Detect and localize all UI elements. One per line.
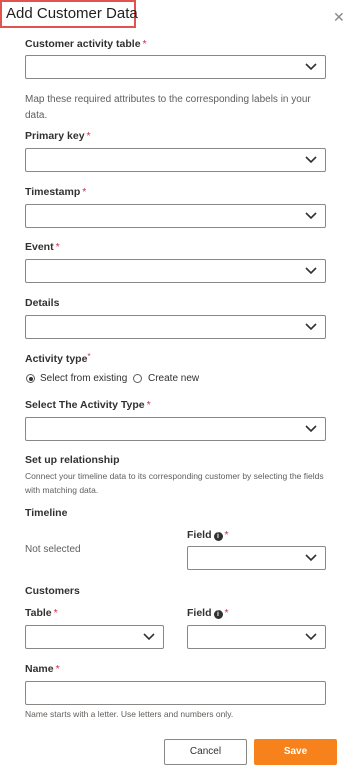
name-label: Name * — [25, 663, 60, 675]
chevron-down-icon — [305, 554, 317, 562]
chevron-down-icon — [305, 425, 317, 433]
name-input[interactable] — [25, 681, 326, 705]
customers-heading: Customers — [25, 585, 80, 597]
select-activity-type-dropdown[interactable] — [25, 417, 326, 441]
name-hint: Name starts with a letter. Use letters a… — [25, 709, 234, 719]
chevron-down-icon — [305, 267, 317, 275]
chevron-down-icon — [305, 63, 317, 71]
close-icon[interactable]: ✕ — [333, 9, 345, 26]
details-dropdown[interactable] — [25, 315, 326, 339]
timeline-heading: Timeline — [25, 507, 68, 519]
info-icon[interactable]: i — [213, 532, 223, 541]
chevron-down-icon — [305, 323, 317, 331]
relationship-help-text: Connect your timeline data to its corres… — [25, 471, 324, 495]
timestamp-dropdown[interactable] — [25, 204, 326, 228]
info-icon[interactable]: i — [213, 610, 223, 619]
chevron-down-icon — [305, 156, 317, 164]
activity-table-label: Customer activity table * — [25, 38, 147, 50]
activity-table-dropdown[interactable] — [25, 55, 326, 79]
timestamp-label: Timestamp * — [25, 186, 87, 198]
save-button[interactable]: Save — [254, 739, 337, 765]
cancel-button[interactable]: Cancel — [164, 739, 247, 765]
chevron-down-icon — [305, 212, 317, 220]
customers-field-label: Field i * — [187, 607, 229, 619]
customers-table-label: Table * — [25, 607, 58, 619]
radio-select-existing-label: Select from existing — [40, 373, 128, 384]
panel-title: Add Customer Data — [6, 5, 138, 22]
event-label: Event * — [25, 241, 60, 253]
radio-create-new[interactable] — [133, 374, 142, 383]
event-dropdown[interactable] — [25, 259, 326, 283]
relationship-heading: Set up relationship — [25, 454, 120, 466]
customers-field-dropdown[interactable] — [187, 625, 326, 649]
primary-key-label: Primary key * — [25, 130, 91, 142]
details-label: Details — [25, 297, 60, 309]
map-help-text: Map these required attributes to the cor… — [25, 94, 311, 121]
chevron-down-icon — [305, 633, 317, 641]
primary-key-dropdown[interactable] — [25, 148, 326, 172]
timeline-field-label: Field i * — [187, 529, 229, 541]
chevron-down-icon — [143, 633, 155, 641]
timeline-field-dropdown[interactable] — [187, 546, 326, 570]
radio-create-new-label: Create new — [148, 373, 200, 384]
activity-type-label: Activity type* — [25, 352, 91, 365]
timeline-not-selected: Not selected — [25, 544, 81, 555]
radio-select-existing[interactable] — [26, 374, 35, 383]
customers-table-dropdown[interactable] — [25, 625, 164, 649]
select-activity-type-label: Select The Activity Type * — [25, 399, 151, 411]
